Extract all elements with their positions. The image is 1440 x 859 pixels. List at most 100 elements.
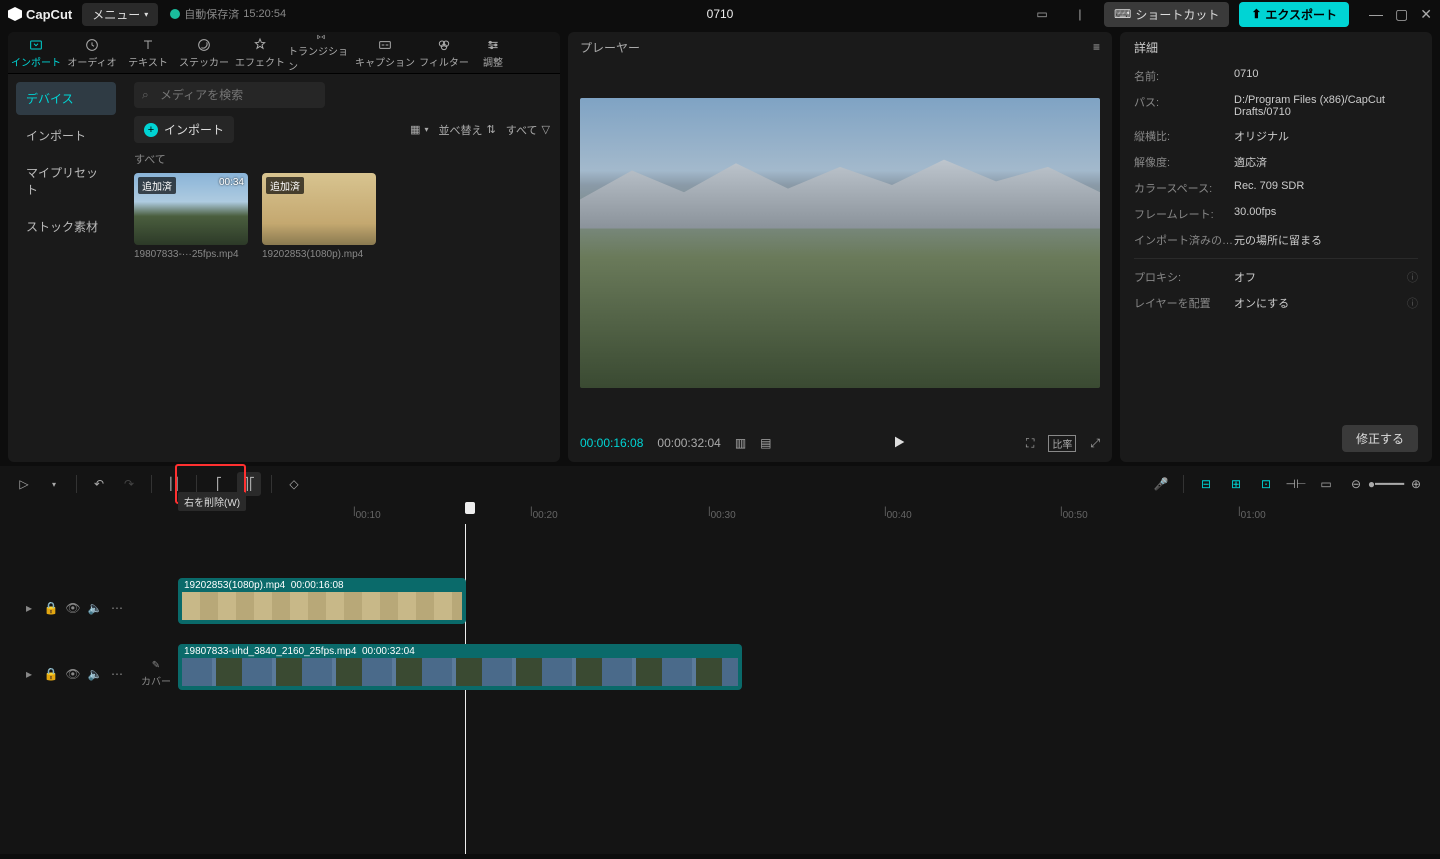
media-panel: インポート オーディオ テキスト ステッカー エフェクト トランジション キャプ… — [8, 32, 560, 462]
tab-adjust[interactable]: 調整 — [472, 32, 514, 73]
detail-resolution: 適応済 — [1234, 154, 1418, 170]
added-badge: 追加済 — [266, 177, 304, 194]
info-icon[interactable]: ⓘ — [1407, 295, 1418, 311]
linkage-button[interactable]: ⊞ — [1224, 472, 1248, 496]
grid-icon[interactable]: ▤ — [760, 436, 771, 450]
timeline-clip[interactable]: 19202853(1080p).mp4 00:00:16:08 — [178, 578, 466, 624]
track-header: ▸ 🔒 👁 🔈 ⋯ — [0, 578, 134, 638]
mute-icon[interactable]: 🔈 — [88, 667, 102, 681]
side-tab-stock[interactable]: ストック素材 — [16, 210, 116, 243]
layout-icon[interactable]: ▭ — [1028, 4, 1056, 24]
menu-button[interactable]: メニュー▾ — [82, 3, 158, 26]
mic-button[interactable]: 🎤 — [1149, 472, 1173, 496]
tab-sticker[interactable]: ステッカー — [176, 32, 232, 73]
tab-text[interactable]: テキスト — [120, 32, 176, 73]
eye-icon[interactable]: 👁 — [66, 667, 80, 681]
titlebar: CapCut メニュー▾ 自動保存済 15:20:54 0710 ▭ | ⌨ シ… — [0, 0, 1440, 28]
preview-axis-button[interactable]: ⊡ — [1254, 472, 1278, 496]
zoom-slider[interactable]: ●━━━━ — [1374, 472, 1398, 496]
sort-button[interactable]: 並べ替え ⇅ — [439, 122, 496, 138]
timeline-clip-main[interactable]: 19807833-uhd_3840_2160_25fps.mp4 00:00:3… — [178, 644, 742, 690]
autosave-dot-icon — [170, 9, 180, 19]
clip-duration: 00:34 — [219, 177, 244, 188]
crop-icon[interactable]: ⛶ — [1026, 436, 1034, 451]
tab-transition[interactable]: トランジション — [288, 32, 354, 73]
select-tool-button[interactable]: ▷ — [12, 472, 36, 496]
fix-button[interactable]: 修正する — [1342, 425, 1418, 452]
player-panel: プレーヤー ≡ 00:00:16:08 00:00:32:04 ▥ ▤ ⛶ 比率… — [568, 32, 1112, 462]
divider: | — [1066, 4, 1094, 24]
play-button[interactable] — [891, 434, 907, 453]
more-icon[interactable]: ⋯ — [110, 601, 124, 615]
search-icon: ⌕ — [142, 88, 149, 103]
timeline-ruler[interactable]: |00:10 |00:20 |00:30 |00:40 |00:50 |01:0… — [178, 502, 1440, 524]
detail-proxy: オフ — [1234, 269, 1407, 285]
project-title: 0710 — [707, 7, 734, 21]
total-timecode: 00:00:32:04 — [657, 436, 720, 450]
track-height-button[interactable]: ▭ — [1314, 472, 1338, 496]
upload-icon: ⬆ — [1251, 7, 1261, 21]
import-media-button[interactable]: + インポート — [134, 116, 234, 143]
cover-button[interactable]: ✎ カバー — [134, 660, 178, 688]
tab-effect[interactable]: エフェクト — [232, 32, 288, 73]
clip-name: 19807833-···25fps.mp4 — [134, 249, 248, 260]
side-tab-presets[interactable]: マイプリセット — [16, 156, 116, 206]
logo-text: CapCut — [26, 7, 72, 22]
export-button[interactable]: ⬆ エクスポート — [1239, 2, 1349, 27]
marker-button[interactable]: ◇ — [282, 472, 306, 496]
close-button[interactable]: ✕ — [1420, 6, 1432, 23]
app-logo: CapCut — [8, 7, 72, 22]
track-toggle-icon[interactable]: ▸ — [22, 601, 36, 615]
detail-panel: 詳細 名前:0710 パス:D:/Program Files (x86)/Cap… — [1120, 32, 1432, 462]
zoom-out-button[interactable]: ⊖ — [1344, 472, 1368, 496]
zoom-in-button[interactable]: ⊕ — [1404, 472, 1428, 496]
undo-button[interactable]: ↶ — [87, 472, 111, 496]
side-tab-import[interactable]: インポート — [16, 119, 116, 152]
tool-dropdown[interactable]: ▾ — [42, 472, 66, 496]
added-badge: 追加済 — [138, 177, 176, 194]
clip-name: 19202853(1080p).mp4 — [262, 249, 376, 260]
mute-icon[interactable]: 🔈 — [88, 601, 102, 615]
playhead-handle[interactable] — [465, 502, 475, 514]
player-menu-icon[interactable]: ≡ — [1093, 40, 1100, 54]
fullscreen-icon[interactable]: ⤢ — [1090, 436, 1100, 451]
media-side-tabs: デバイス インポート マイプリセット ストック素材 — [8, 74, 124, 462]
align-button[interactable]: ⊣⊢ — [1284, 472, 1308, 496]
side-tab-device[interactable]: デバイス — [16, 82, 116, 115]
section-label: すべて — [134, 151, 550, 167]
media-clip[interactable]: 追加済 19202853(1080p).mp4 — [262, 173, 376, 260]
eye-icon[interactable]: 👁 — [66, 601, 80, 615]
autosave-status: 自動保存済 15:20:54 — [170, 6, 286, 22]
track-header: ▸ 🔒 👁 🔈 ⋯ — [0, 644, 134, 704]
more-icon[interactable]: ⋯ — [110, 667, 124, 681]
info-icon[interactable]: ⓘ — [1407, 269, 1418, 285]
view-mode-toggle[interactable]: ▦ ▾ — [410, 123, 428, 136]
tab-filter[interactable]: フィルター — [416, 32, 472, 73]
minimize-button[interactable]: — — [1369, 6, 1383, 23]
lock-icon[interactable]: 🔒 — [44, 667, 58, 681]
lock-icon[interactable]: 🔒 — [44, 601, 58, 615]
filter-all-button[interactable]: すべて ▽ — [506, 122, 550, 138]
tracks-area[interactable]: ▸ 🔒 👁 🔈 ⋯ 19202853(1080p).mp4 00:00:16:0… — [0, 524, 1440, 854]
detail-colorspace: Rec. 709 SDR — [1234, 180, 1418, 196]
ratio-icon[interactable]: 比率 — [1048, 435, 1076, 452]
maximize-button[interactable]: ▢ — [1395, 6, 1408, 23]
media-search-input[interactable] — [134, 82, 325, 108]
tab-audio[interactable]: オーディオ — [64, 32, 120, 73]
tab-caption[interactable]: キャプション — [354, 32, 416, 73]
detail-aspect: オリジナル — [1234, 128, 1418, 144]
redo-button[interactable]: ↷ — [117, 472, 141, 496]
tab-import[interactable]: インポート — [8, 32, 64, 73]
video-preview[interactable] — [580, 98, 1100, 388]
compare-icon[interactable]: ▥ — [735, 436, 746, 450]
media-clip[interactable]: 追加済 00:34 19807833-···25fps.mp4 — [134, 173, 248, 260]
logo-icon — [8, 7, 22, 21]
shortcut-button[interactable]: ⌨ ショートカット — [1104, 2, 1229, 27]
pencil-icon: ✎ — [152, 660, 160, 671]
detail-title: 詳細 — [1120, 32, 1432, 62]
timeline-panel: ▷ ▾ ↶ ↷ ⎮⎮ ⎡ ⎤⎡ ◇ 右を削除(W) 🎤 ⊟ ⊞ ⊡ ⊣⊢ ▭ ⊖… — [0, 466, 1440, 854]
detail-path: D:/Program Files (x86)/CapCut Drafts/071… — [1234, 94, 1418, 118]
timeline-toolbar: ▷ ▾ ↶ ↷ ⎮⎮ ⎡ ⎤⎡ ◇ 右を削除(W) 🎤 ⊟ ⊞ ⊡ ⊣⊢ ▭ ⊖… — [0, 466, 1440, 502]
track-toggle-icon[interactable]: ▸ — [22, 667, 36, 681]
snap-button[interactable]: ⊟ — [1194, 472, 1218, 496]
